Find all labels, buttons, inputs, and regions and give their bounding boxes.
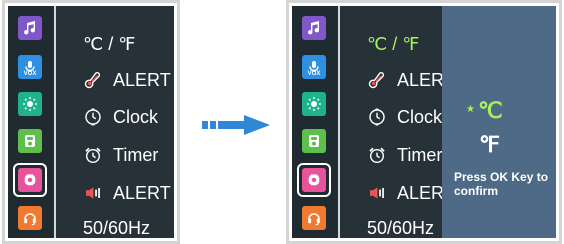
fahrenheit-option[interactable]: ℉: [479, 132, 500, 158]
mic-vox-icon[interactable]: VOX: [18, 55, 42, 79]
clock-icon: [365, 107, 389, 127]
menu-item-temp-units[interactable]: ℃ / ℉: [83, 32, 135, 56]
alarm-clock-icon: [365, 145, 389, 165]
menu-item-label: ℃ / ℉: [83, 33, 136, 54]
clock-icon: [81, 107, 105, 127]
menu-item-label: ALERT: [113, 69, 171, 90]
before-screen-frame: VOX ℃ / ℉ ALERT Clock Timer ALERT 50/60H…: [2, 0, 180, 244]
music-icon[interactable]: [18, 16, 42, 40]
celsius-option[interactable]: ℃: [478, 98, 503, 124]
transition-arrow-icon: [202, 115, 270, 135]
menu-item-frequency[interactable]: 50/60Hz: [367, 216, 434, 238]
brightness-icon[interactable]: [18, 92, 42, 116]
sidebar: VOX: [292, 6, 340, 238]
menu-item-label: Timer: [113, 144, 159, 165]
selected-indicator-icon: ★: [466, 104, 475, 115]
storage-icon[interactable]: [302, 129, 326, 153]
menu-item-label: Clock: [397, 106, 443, 127]
headset-icon[interactable]: [302, 206, 326, 230]
menu-item-timer[interactable]: Timer: [365, 143, 442, 167]
thermometer-icon: [81, 70, 105, 90]
menu-item-timer[interactable]: Timer: [81, 143, 158, 167]
sidebar-divider: [338, 6, 340, 238]
menu-item-temp-units[interactable]: ℃ / ℉: [367, 32, 419, 56]
menu-item-frequency[interactable]: 50/60Hz: [83, 216, 150, 238]
after-screen-frame: VOX ℃ / ℉ ALERT Clock Timer ALERT 50/60H…: [286, 0, 562, 244]
brightness-icon[interactable]: [302, 92, 326, 116]
thermometer-icon: [365, 70, 389, 90]
menu-item-clock[interactable]: Clock: [365, 105, 442, 129]
menu-item-label: 50/60Hz: [367, 217, 435, 238]
device-screen-after: VOX ℃ / ℉ ALERT Clock Timer ALERT 50/60H…: [292, 6, 556, 238]
storage-icon[interactable]: [18, 129, 42, 153]
music-icon[interactable]: [302, 16, 326, 40]
selected-item-outline: [297, 163, 331, 197]
sidebar-divider: [54, 6, 56, 238]
menu-list-before: ℃ / ℉ ALERT Clock Timer ALERT 50/60Hz: [63, 6, 174, 238]
sidebar: VOX: [8, 6, 56, 238]
temp-unit-selector-panel: ★ ℃ ℉ Press OK Key to confirm: [442, 6, 556, 238]
alarm-clock-icon: [81, 145, 105, 165]
device-screen-before: VOX ℃ / ℉ ALERT Clock Timer ALERT 50/60H…: [8, 6, 174, 238]
headset-icon[interactable]: [18, 206, 42, 230]
speaker-icon: [365, 183, 389, 203]
speaker-icon: [81, 183, 105, 203]
menu-item-label: ALERT: [113, 182, 171, 203]
menu-item-label: 50/60Hz: [83, 217, 151, 238]
menu-item-temp-alert[interactable]: ALERT: [81, 68, 171, 92]
confirm-hint-text: Press OK Key to confirm: [454, 170, 549, 198]
vox-label: VOX: [23, 71, 37, 77]
selected-item-outline: [13, 163, 47, 197]
mic-vox-icon[interactable]: VOX: [302, 55, 326, 79]
menu-item-label: Clock: [113, 106, 159, 127]
menu-item-sound-alert[interactable]: ALERT: [81, 181, 171, 205]
menu-item-label: Timer: [397, 144, 443, 165]
vox-label: VOX: [307, 71, 321, 77]
menu-item-clock[interactable]: Clock: [81, 105, 158, 129]
menu-item-label: ℃ / ℉: [367, 33, 420, 54]
